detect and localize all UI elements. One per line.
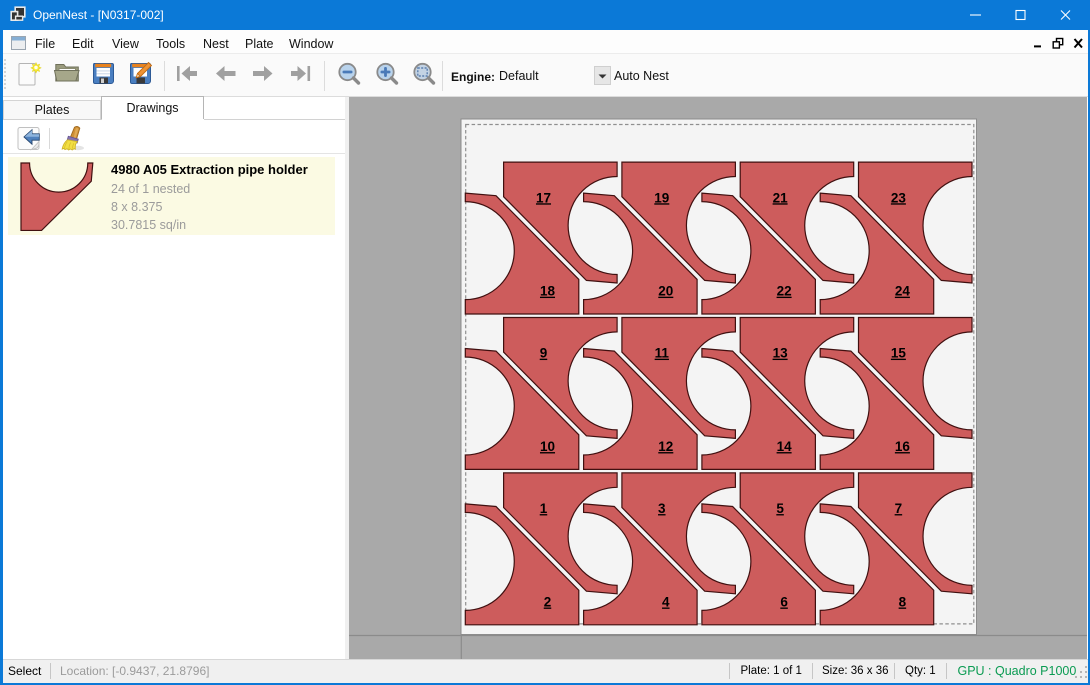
svg-text:8: 8 (899, 595, 907, 610)
svg-text:18: 18 (540, 284, 556, 299)
svg-text:4: 4 (662, 595, 670, 610)
svg-text:3: 3 (658, 501, 666, 516)
svg-text:2: 2 (544, 595, 552, 610)
svg-text:19: 19 (654, 190, 669, 205)
svg-text:15: 15 (891, 346, 907, 361)
svg-text:14: 14 (777, 439, 793, 454)
svg-text:9: 9 (540, 346, 548, 361)
svg-text:6: 6 (780, 595, 788, 610)
svg-text:11: 11 (655, 346, 670, 361)
svg-text:20: 20 (658, 284, 673, 299)
svg-text:22: 22 (777, 284, 792, 299)
svg-text:21: 21 (773, 190, 789, 205)
svg-text:5: 5 (776, 501, 784, 516)
svg-text:13: 13 (773, 346, 789, 361)
svg-text:16: 16 (895, 439, 911, 454)
svg-text:1: 1 (540, 501, 548, 516)
svg-text:12: 12 (658, 439, 673, 454)
svg-text:17: 17 (536, 190, 551, 205)
svg-text:23: 23 (891, 190, 907, 205)
svg-text:24: 24 (895, 284, 911, 299)
svg-text:10: 10 (540, 439, 555, 454)
svg-text:7: 7 (895, 501, 903, 516)
